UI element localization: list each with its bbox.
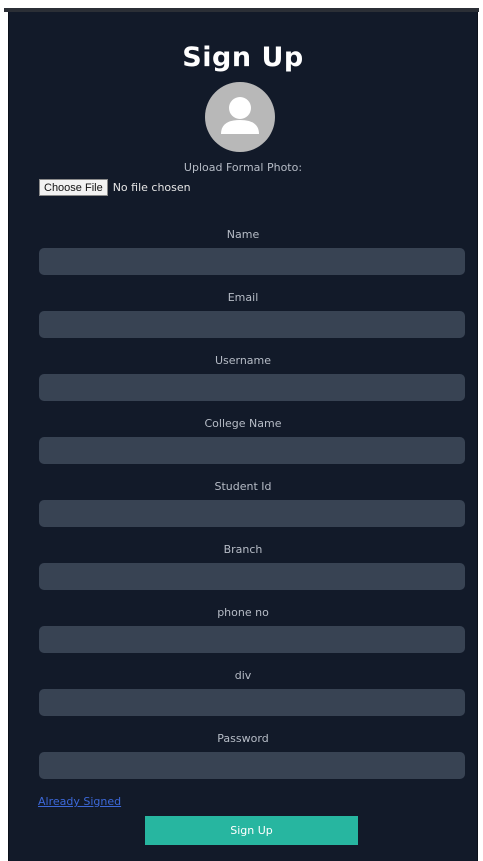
username-input[interactable] [39,374,465,401]
email-label: Email [227,291,259,304]
choose-file-button[interactable]: Choose File [39,179,108,196]
div-input[interactable] [39,689,465,716]
user-avatar-icon [205,82,275,152]
email-input[interactable] [39,311,465,338]
phone-label: phone no [217,606,269,619]
file-input: Choose File No file chosen [39,179,191,196]
upload-photo-label: Upload Formal Photo: [183,161,303,174]
branch-label: Branch [223,543,263,556]
already-signed-link[interactable]: Already Signed [38,795,121,808]
phone-input[interactable] [39,626,465,653]
user-silhouette-icon [221,97,259,134]
password-input[interactable] [39,752,465,779]
signup-submit-button[interactable]: Sign Up [145,816,358,845]
password-label: Password [217,732,269,745]
file-status-text: No file chosen [112,181,191,194]
browser-top-strip [0,0,483,12]
username-label: Username [214,354,272,367]
college-name-input[interactable] [39,437,465,464]
branch-input[interactable] [39,563,465,590]
signup-card: Sign Up Upload Formal Photo: Choose File… [8,12,478,861]
student-id-label: Student Id [214,480,272,493]
student-id-input[interactable] [39,500,465,527]
name-label: Name [226,228,260,241]
name-input[interactable] [39,248,465,275]
college-name-label: College Name [204,417,282,430]
page-title: Sign Up [182,42,304,73]
div-label: div [234,669,252,682]
